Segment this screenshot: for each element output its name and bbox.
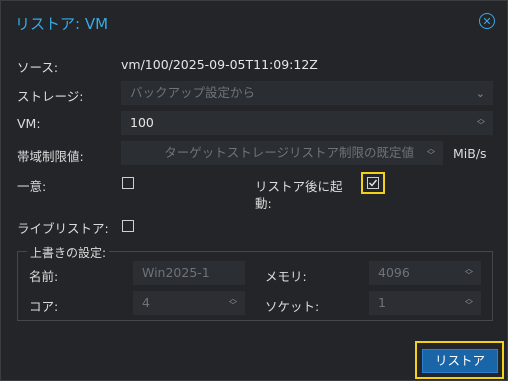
start-after-restore-checkbox[interactable]: [367, 177, 379, 189]
close-icon[interactable]: ✕: [479, 13, 495, 29]
name-label: 名前:: [29, 269, 59, 284]
memory-input[interactable]: 4096 ︿ ﹀: [369, 261, 481, 285]
storage-select[interactable]: バックアップ設定から ⌄: [121, 81, 493, 105]
checkmark-icon: [369, 179, 378, 187]
unique-checkbox[interactable]: [122, 177, 134, 189]
cores-label: コア:: [29, 299, 59, 314]
spinner-icon[interactable]: ︿ ﹀: [464, 295, 474, 311]
vm-id-value: 100: [130, 115, 154, 130]
dialog-titlebar: リストア: VM ✕: [1, 1, 507, 41]
cores-placeholder: 4: [142, 295, 150, 310]
spinner-icon[interactable]: ︿ ﹀: [426, 145, 436, 161]
vm-label: VM:: [17, 116, 41, 131]
sockets-label: ソケット:: [265, 299, 320, 314]
sockets-input[interactable]: 1 ︿ ﹀: [369, 291, 481, 315]
unique-label: 一意:: [17, 179, 47, 194]
bandwidth-placeholder: ターゲットストレージリストア制限の既定値: [164, 145, 414, 160]
name-input[interactable]: Win2025-1: [133, 261, 245, 285]
spinner-icon[interactable]: ︿ ﹀: [464, 265, 474, 281]
restore-button[interactable]: リストア: [422, 349, 498, 373]
storage-placeholder: バックアップ設定から: [130, 85, 256, 100]
spinner-icon[interactable]: ︿ ﹀: [476, 115, 486, 131]
source-value: vm/100/2025-09-05T11:09:12Z: [121, 57, 318, 72]
bandwidth-input[interactable]: ターゲットストレージリストア制限の既定値 ︿ ﹀: [121, 141, 443, 165]
override-settings-legend: 上書きの設定:: [27, 244, 110, 261]
bandwidth-unit: MiB/s: [453, 146, 487, 161]
memory-placeholder: 4096: [378, 265, 410, 280]
source-label: ソース:: [17, 60, 59, 75]
restore-vm-dialog: リストア: VM ✕ ソース: vm/100/2025-09-05T11:09:…: [0, 0, 508, 381]
bandwidth-label: 帯域制限値:: [17, 149, 84, 164]
memory-label: メモリ:: [265, 269, 307, 284]
vm-id-input[interactable]: 100 ︿ ﹀: [121, 111, 493, 135]
live-restore-label: ライブリストア:: [17, 221, 109, 236]
live-restore-checkbox[interactable]: [122, 220, 134, 232]
sockets-placeholder: 1: [378, 295, 386, 310]
name-placeholder: Win2025-1: [142, 265, 210, 280]
dialog-title: リストア: VM: [15, 15, 109, 33]
spinner-icon[interactable]: ︿ ﹀: [228, 295, 238, 311]
chevron-down-icon: ⌄: [475, 87, 485, 100]
start-after-restore-label-2: 動:: [255, 196, 272, 211]
storage-label: ストレージ:: [17, 89, 84, 104]
cores-input[interactable]: 4 ︿ ﹀: [133, 291, 245, 315]
